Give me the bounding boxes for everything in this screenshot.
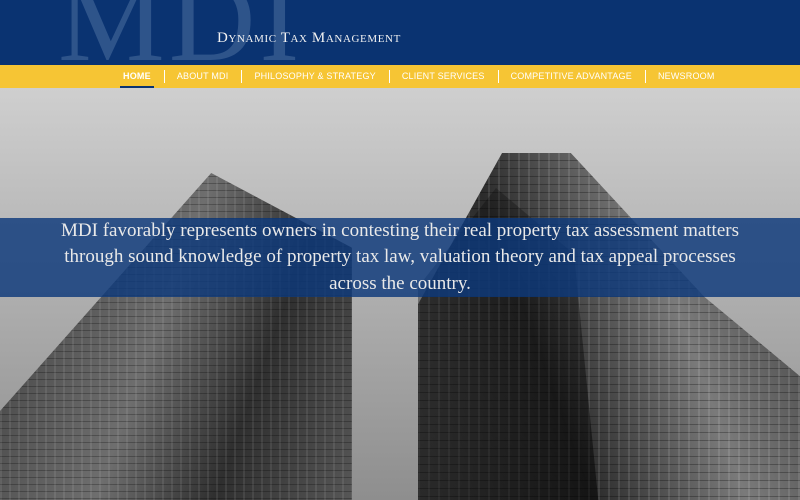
nav-item-client-services[interactable]: CLIENT SERVICES [388, 65, 498, 88]
mission-banner: MDI favorably represents owners in conte… [0, 218, 800, 297]
site-header: MDI Dynamic Tax Management [0, 0, 800, 65]
nav-item-home[interactable]: HOME [110, 65, 164, 88]
site-tagline: Dynamic Tax Management [217, 30, 401, 46]
nav-item-about-mdi[interactable]: ABOUT MDI [163, 65, 242, 88]
nav-item-competitive-advantage[interactable]: COMPETITIVE ADVANTAGE [497, 65, 645, 88]
main-nav: HOME ABOUT MDI PHILOSOPHY & STRATEGY CLI… [0, 65, 800, 88]
nav-item-philosophy-strategy[interactable]: PHILOSOPHY & STRATEGY [241, 65, 388, 88]
mission-statement: MDI favorably represents owners in conte… [61, 219, 739, 294]
nav-item-newsroom[interactable]: NEWSROOM [644, 65, 728, 88]
